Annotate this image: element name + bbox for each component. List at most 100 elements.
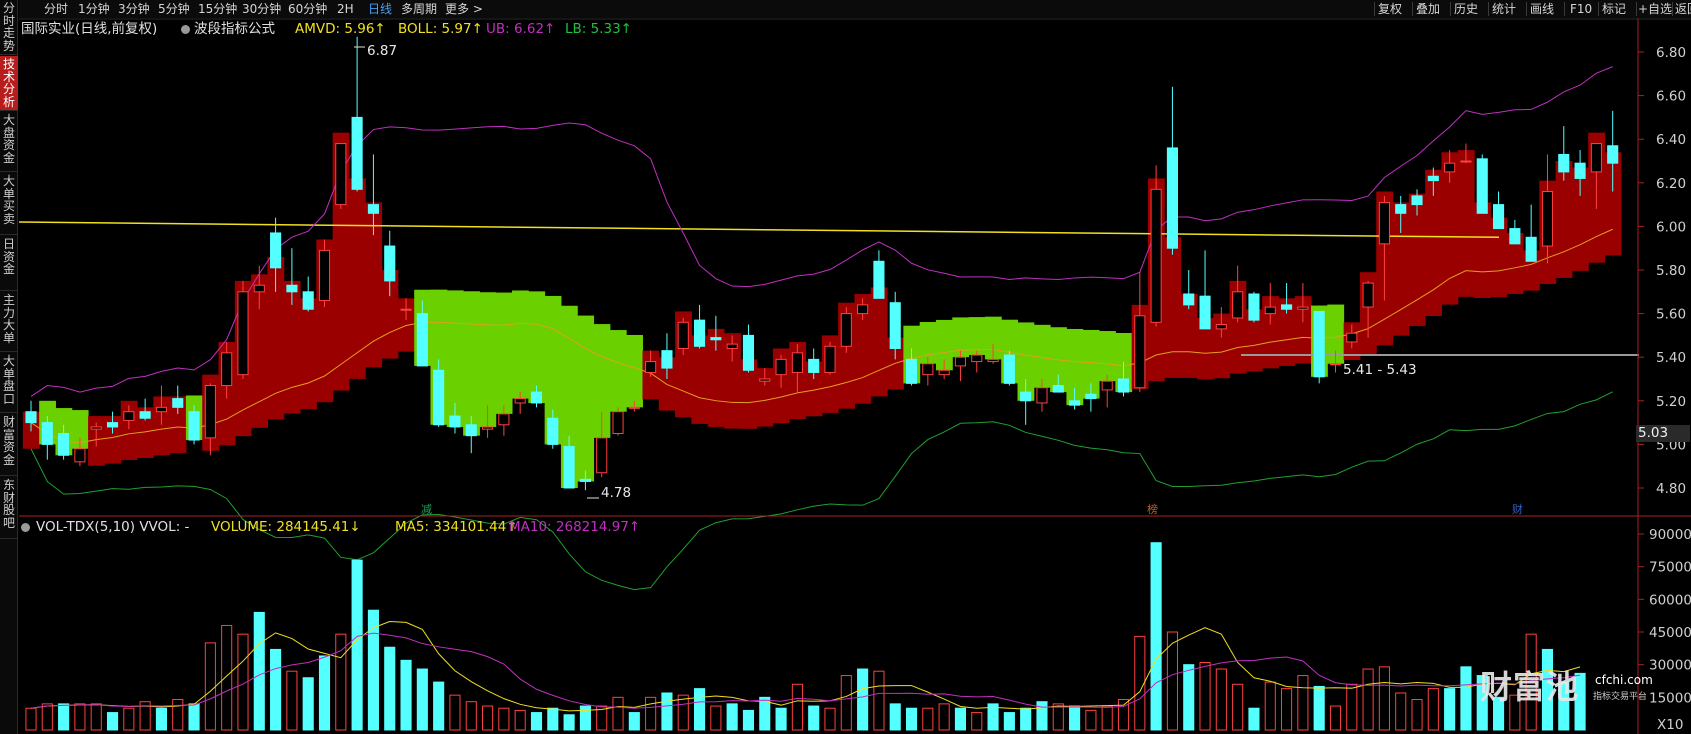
candle-up	[1150, 188, 1162, 323]
volume-bar-up	[971, 712, 983, 731]
candle-up	[775, 358, 787, 376]
volume-bar-up	[1378, 666, 1390, 731]
candle-up	[922, 363, 934, 376]
volume-bar-up	[41, 703, 53, 731]
candle-up	[482, 426, 494, 430]
settings-dot-icon[interactable]	[181, 25, 190, 34]
candle-down	[58, 433, 70, 456]
toolbar-divider	[1526, 2, 1527, 16]
period-60min[interactable]: 60分钟	[288, 0, 327, 18]
volume-bar-up	[1281, 688, 1293, 731]
volume-bar-up	[840, 675, 852, 731]
statistics-button[interactable]: 统计	[1492, 0, 1516, 18]
candle-down	[384, 245, 396, 282]
fill-bull-block	[1490, 217, 1508, 298]
period-timeshare[interactable]: 分时	[44, 0, 68, 18]
candle-up	[74, 448, 86, 463]
candle-down	[465, 424, 477, 437]
f10-button[interactable]: F10	[1570, 0, 1592, 18]
amvd-value: AMVD: 5.96↑	[295, 21, 386, 37]
period-1min[interactable]: 1分钟	[78, 0, 110, 18]
candle-down	[1085, 393, 1097, 400]
fill-bull-block	[1164, 237, 1182, 378]
price-tick-label: 5.60	[1656, 307, 1686, 323]
candle-down	[1020, 391, 1032, 402]
formula-name[interactable]: 波段指标公式	[194, 19, 275, 39]
volume-tick-label: 75000	[1649, 560, 1691, 576]
sidebar-tab-market-funds[interactable]: 大盘资金	[0, 112, 18, 172]
candle-up	[824, 345, 836, 373]
volume-bar-up	[1134, 635, 1146, 731]
restore-rights-button[interactable]: 复权	[1378, 0, 1402, 18]
ma5-value: MA5: 334101.44↑	[395, 519, 518, 535]
candle-down	[547, 417, 559, 445]
high-price-label: 6.87	[367, 43, 398, 59]
add-watchlist-button[interactable]: +自选	[1638, 0, 1672, 18]
candle-down	[1166, 147, 1178, 249]
volume-bar-down	[547, 707, 559, 731]
volume-tick-label: 90000	[1649, 527, 1691, 543]
fill-bear-block	[463, 291, 480, 436]
chart-canvas[interactable]: 6.806.606.406.206.005.805.605.405.205.00…	[19, 18, 1691, 734]
settings-dot-icon[interactable]	[21, 523, 30, 532]
volume-bar-down	[302, 677, 314, 731]
candle-up	[987, 358, 999, 363]
stock-title[interactable]: 国际实业(日线,前复权)	[21, 19, 157, 39]
period-30min[interactable]: 30分钟	[242, 0, 281, 18]
volume-bar-down	[1313, 685, 1325, 731]
volume-bar-up	[172, 699, 184, 731]
period-3min[interactable]: 3分钟	[118, 0, 150, 18]
period-15min[interactable]: 15分钟	[198, 0, 237, 18]
volume-bar-up	[612, 696, 624, 731]
history-button[interactable]: 历史	[1454, 0, 1478, 18]
volume-bar-down	[351, 559, 363, 731]
period-2h[interactable]: 2H	[337, 0, 354, 18]
volume-bar-down	[1036, 701, 1048, 731]
volume-bar-down	[628, 712, 640, 731]
sidebar-tab-big-orders[interactable]: 大单买卖	[0, 173, 18, 235]
fill-bull-block	[1474, 202, 1491, 299]
sidebar-tab-wealth-funds[interactable]: 财富资金	[0, 414, 18, 476]
price-tick-label: 6.60	[1656, 89, 1686, 105]
fill-bear-block	[495, 292, 513, 414]
draw-line-button[interactable]: 画线	[1530, 0, 1554, 18]
sidebar-tab-technical[interactable]: 技术分析	[0, 56, 18, 111]
current-price-tag: 5.03	[1636, 425, 1690, 442]
volume-bar-up	[90, 703, 102, 731]
sidebar-tab-daily-funds[interactable]: 日资金	[0, 236, 18, 291]
back-button[interactable]: 返回	[1675, 0, 1691, 18]
mark-button[interactable]: 标记	[1602, 0, 1626, 18]
volume-bar-up	[1346, 683, 1358, 731]
volume-bar-down	[742, 709, 755, 731]
event-marker-list[interactable]: 榜	[1145, 503, 1160, 516]
event-marker-reduce[interactable]: 减	[419, 503, 434, 516]
price-tick-label: 4.80	[1656, 481, 1686, 497]
candle-down	[1427, 175, 1439, 182]
candle-down	[579, 478, 591, 482]
candle-up	[1444, 162, 1456, 173]
period-multi[interactable]: 多周期	[401, 0, 437, 18]
candle-up	[596, 437, 608, 474]
period-more[interactable]: 更多 >	[445, 0, 483, 18]
candle-down	[351, 116, 363, 190]
period-daily[interactable]: 日线	[368, 0, 392, 18]
sidebar-tab-timeshare[interactable]: 分时走势	[0, 0, 18, 55]
sidebar-tab-main-force[interactable]: 主力大单	[0, 292, 18, 352]
candle-up	[1215, 324, 1227, 330]
sidebar-tab-order-book[interactable]: 大单盘口	[0, 353, 18, 413]
overlay-button[interactable]: 叠加	[1416, 0, 1440, 18]
volume-bar-up	[1215, 668, 1227, 731]
volume-bar-down	[775, 707, 787, 731]
volume-bar-up	[1395, 692, 1407, 731]
volume-indicator-title[interactable]: VOL-TDX(5,10) VVOL: -	[36, 517, 189, 537]
volume-bar-down	[384, 646, 396, 731]
sidebar-tab-forum[interactable]: 东财股吧	[0, 477, 18, 539]
period-toolbar: 分时 1分钟 3分钟 5分钟 15分钟 30分钟 60分钟 2H 日线 多周期 …	[19, 0, 1691, 18]
toolbar-divider	[1450, 2, 1451, 16]
event-marker-finance[interactable]: 财	[1510, 503, 1525, 516]
volume-bar-up	[791, 683, 803, 731]
volume-bar-up	[1117, 699, 1130, 731]
period-5min[interactable]: 5分钟	[158, 0, 190, 18]
candle-up	[612, 411, 624, 435]
fill-bull-block	[870, 287, 888, 397]
